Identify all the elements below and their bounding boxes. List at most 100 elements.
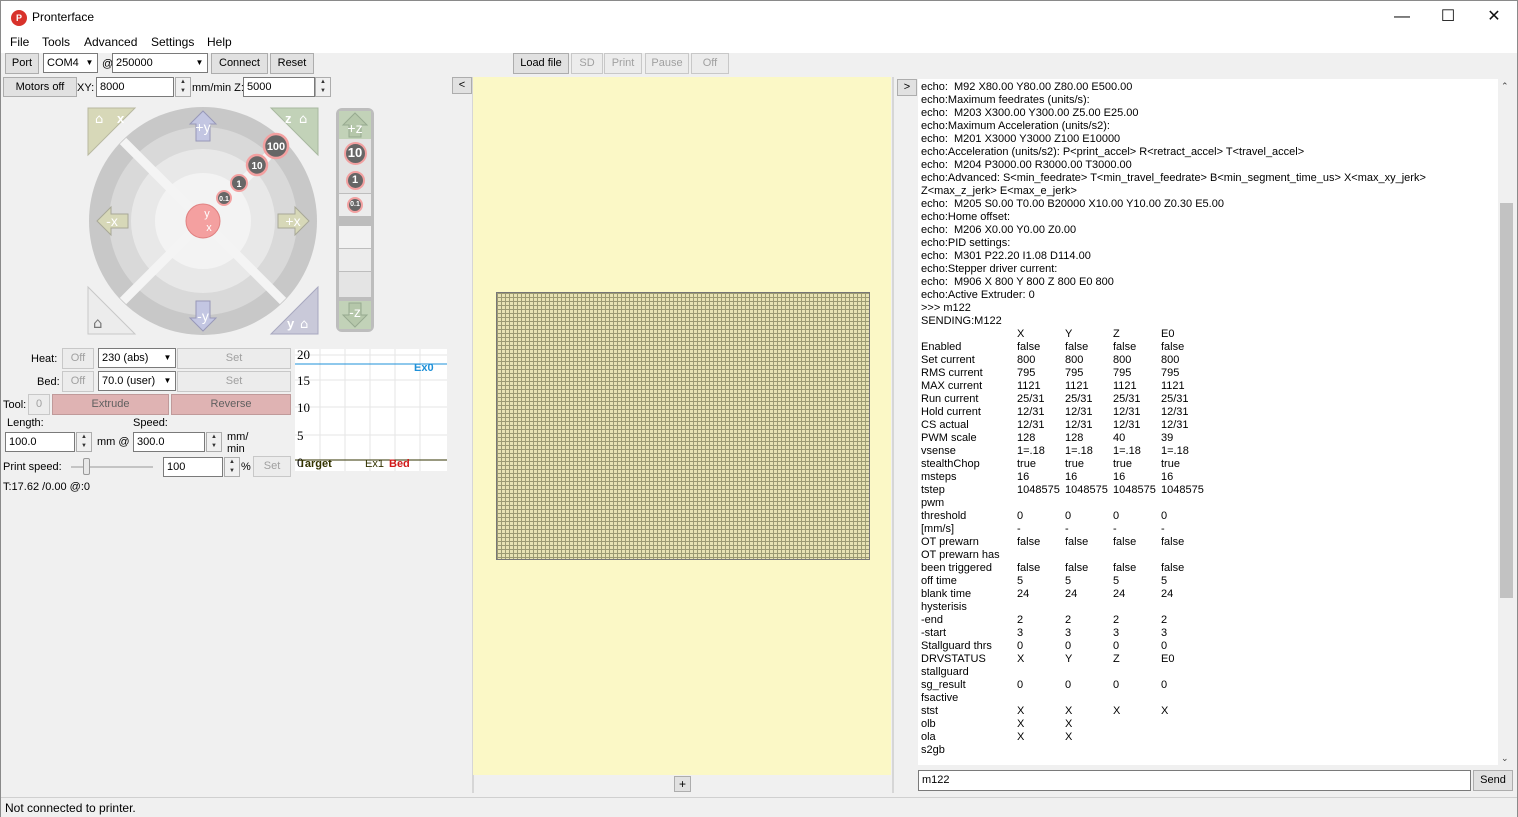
bed-temp-select[interactable]: 70.0 (user) ▼ (98, 371, 176, 391)
z-step-minus-1-button[interactable] (339, 249, 371, 271)
speed-input[interactable]: 300.0 (133, 432, 205, 452)
minus-y-label: -y (197, 308, 209, 324)
log-table-label: been triggered (921, 562, 992, 574)
log-table-cell: 1=.18 (1017, 445, 1045, 457)
port-button[interactable]: Port (5, 53, 39, 74)
close-icon[interactable]: ✕ (1471, 1, 1517, 33)
log-line: echo: M203 X300.00 Y300.00 Z5.00 E25.00 (921, 107, 1139, 119)
motors-off-button[interactable]: Motors off (3, 77, 77, 97)
heat-off-button[interactable]: Off (62, 348, 94, 369)
log-table-cell: 3 (1113, 627, 1120, 639)
log-table-cell: 40 (1113, 432, 1126, 444)
step-10-label: 10 (251, 161, 263, 172)
menu-settings[interactable]: Settings (151, 35, 194, 49)
add-object-button[interactable]: + (674, 776, 691, 792)
off-button[interactable]: Off (691, 53, 729, 74)
log-table-label: threshold (921, 510, 967, 522)
log-table-cell: 12/31 (1017, 419, 1045, 431)
pause-button[interactable]: Pause (645, 53, 689, 74)
z-feedrate-stepper[interactable]: ▲ ▼ (315, 77, 331, 97)
sd-button[interactable]: SD (571, 53, 603, 74)
log-line: echo: M205 S0.00 T0.00 B20000 X10.00 Y10… (921, 198, 1224, 210)
baud-select[interactable]: 250000 ▼ (112, 53, 208, 73)
xy-feedrate-input[interactable]: 8000 (96, 77, 174, 97)
port-select[interactable]: COM4 ▼ (43, 53, 98, 73)
xy-feedrate-stepper[interactable]: ▲ ▼ (175, 77, 191, 97)
log-table-cell: false (1017, 536, 1041, 548)
speed-stepper[interactable]: ▲ ▼ (206, 432, 222, 452)
z-step-10-button[interactable]: 10 (339, 139, 371, 168)
temperature-status: T:17.62 /0.00 @:0 (3, 481, 91, 493)
length-input[interactable]: 100.0 (5, 432, 75, 452)
xy-jog-control[interactable]: +y -y -x +x x z y ⌂ ⌂ ⌂ ⌂ 100 10 1 0.1 y… (85, 105, 321, 337)
print-speed-slider-handle[interactable] (82, 458, 90, 475)
log-table-cell: false (1161, 562, 1185, 574)
menu-tools[interactable]: Tools (42, 35, 70, 49)
z-feedrate-input[interactable]: 5000 (243, 77, 315, 97)
bed-legend: Bed (389, 458, 410, 470)
load-file-button[interactable]: Load file (513, 53, 569, 74)
log-table-cell: 24 (1017, 588, 1030, 600)
reset-button[interactable]: Reset (270, 53, 314, 74)
build-plate-grid[interactable] (496, 292, 870, 560)
log-table-label: fsactive (921, 692, 959, 704)
home-y-icon: ⌂ (300, 317, 308, 332)
print-button[interactable]: Print (604, 53, 642, 74)
temperature-graph: 20 15 10 5 0 Ex0 Target Ex1 Bed (295, 349, 447, 471)
maximize-icon[interactable]: ☐ (1425, 1, 1471, 33)
mm-min-label-top: mm/ (227, 431, 249, 443)
log-table-cell: X (1017, 705, 1025, 717)
command-input[interactable]: m122 (918, 770, 1471, 791)
log-table-cell: false (1065, 536, 1089, 548)
print-speed-input[interactable]: 100 (163, 457, 223, 477)
log-table-cell: 12/31 (1113, 419, 1141, 431)
bed-set-button[interactable]: Set (177, 371, 291, 392)
menu-help[interactable]: Help (207, 35, 232, 49)
menu-file[interactable]: File (10, 35, 29, 49)
minus-z-button[interactable]: -z (339, 301, 371, 329)
heat-temp-select[interactable]: 230 (abs) ▼ (98, 348, 176, 368)
z-step-minus-0-1-button[interactable] (339, 226, 371, 248)
log-table-cell: - (1065, 523, 1069, 535)
scroll-up-icon[interactable]: ⌃ (1501, 81, 1509, 92)
center-y-label: y (204, 208, 210, 220)
scroll-down-icon[interactable]: ⌄ (1501, 753, 1509, 764)
bed-off-button[interactable]: Off (62, 371, 94, 392)
center-x-label: x (206, 222, 212, 234)
log-table-cell: 12/31 (1113, 406, 1141, 418)
log-table-label: OT prewarn has (921, 549, 1000, 561)
collapse-right-button[interactable]: > (897, 79, 917, 96)
extrude-button[interactable]: Extrude (52, 394, 169, 415)
log-table-cell: - (1113, 523, 1117, 535)
plus-z-button[interactable]: +z (339, 111, 371, 139)
z-step-0-1-label: 0.1 (347, 197, 363, 213)
center-target-icon (185, 203, 221, 239)
z-step-minus-10-button[interactable] (339, 272, 371, 297)
log-table-cell: 2 (1161, 614, 1168, 626)
console-scrollbar-thumb[interactable] (1500, 203, 1513, 598)
heat-set-button[interactable]: Set (177, 348, 291, 369)
log-table-cell: 795 (1161, 367, 1180, 379)
collapse-left-button[interactable]: < (452, 77, 472, 94)
log-table-label: vsense (921, 445, 956, 457)
print-speed-set-button[interactable]: Set (253, 456, 291, 477)
z-step-0-1-button[interactable]: 0.1 (339, 194, 371, 216)
log-table-cell: 0 (1017, 640, 1024, 652)
tool-select[interactable]: 0 (28, 394, 50, 415)
z-step-1-button[interactable]: 1 (339, 168, 371, 193)
splitter-right[interactable] (892, 77, 894, 793)
log-table-label: blank time (921, 588, 972, 600)
connect-button[interactable]: Connect (211, 53, 268, 74)
send-button[interactable]: Send (1473, 770, 1513, 791)
print-speed-stepper[interactable]: ▲ ▼ (224, 457, 240, 477)
graph-tick-10: 10 (297, 400, 310, 415)
length-stepper[interactable]: ▲ ▼ (76, 432, 92, 452)
menu-advanced[interactable]: Advanced (84, 35, 137, 49)
log-table-label: Set current (921, 354, 975, 366)
mm-min-label-bottom: min (227, 443, 245, 455)
heat-temp-value: 230 (abs) (102, 352, 149, 364)
console-log[interactable]: echo: M92 X80.00 Y80.00 Z80.00 E500.00 ec… (918, 79, 1498, 765)
reverse-button[interactable]: Reverse (171, 394, 291, 415)
minimize-icon[interactable]: — (1379, 1, 1425, 33)
log-line: echo: M906 X 800 Y 800 Z 800 E0 800 (921, 276, 1114, 288)
